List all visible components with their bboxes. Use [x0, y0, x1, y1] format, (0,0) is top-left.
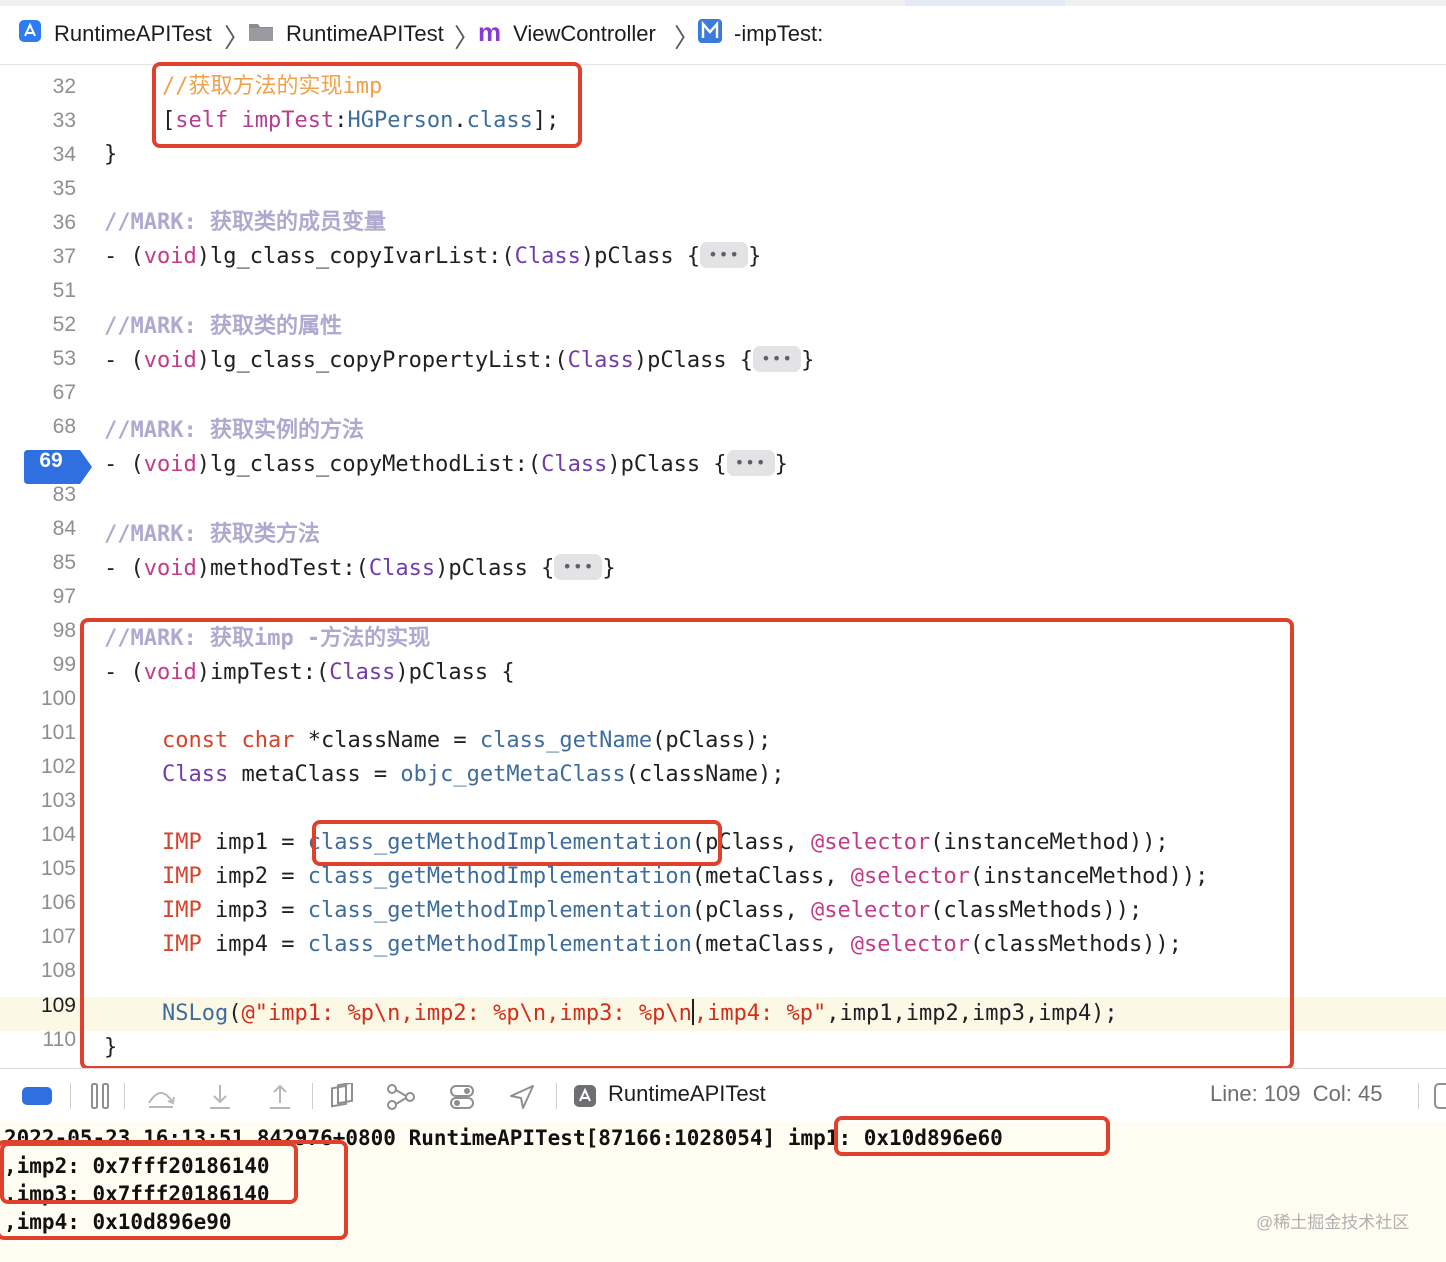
breadcrumb-file[interactable]: m ViewController	[478, 16, 656, 49]
tab-strip	[0, 0, 1446, 6]
line-col-indicator: Line: 109 Col: 45	[1210, 1081, 1383, 1106]
line-number[interactable]: 103	[0, 784, 76, 818]
layout-toggle-icon[interactable]	[1434, 1083, 1446, 1109]
app-project-icon	[18, 19, 42, 49]
source-editor[interactable]: 32 33 34 35 36 37 51 52 53 67 68 69 83 84 85 97 98 99 100 1…	[0, 62, 1446, 1070]
code-line-37: - (void)lg_class_copyIvarList:(Class)pCl…	[104, 242, 762, 269]
line-number[interactable]: 34	[0, 138, 76, 172]
line-number[interactable]: 53	[0, 342, 76, 376]
m-file-icon: m	[478, 16, 502, 47]
jump-bar: RuntimeAPITest 〉 RuntimeAPITest 〉 m View…	[0, 0, 1446, 65]
line-number[interactable]: 85	[0, 546, 76, 580]
code-line-109: NSLog(@"imp1: %p\n,imp2: %p\n,imp3: %p\n…	[162, 999, 1118, 1026]
breadcrumb-folder[interactable]: RuntimeAPITest	[248, 19, 444, 49]
line-number[interactable]: 32	[0, 70, 76, 104]
code-line-99: - (void)impTest:(Class)pClass {	[104, 660, 515, 685]
code-line-52: //MARK: 获取类的属性	[104, 314, 342, 339]
fold-placeholder[interactable]: •••	[753, 346, 802, 372]
folder-icon	[248, 20, 274, 48]
pause-icon[interactable]	[90, 1083, 110, 1109]
console-line: 2022-05-23 16:13:51.842976+0800 RuntimeA…	[4, 1126, 1003, 1150]
code-line-34: }	[104, 142, 118, 167]
line-number[interactable]: 35	[0, 172, 76, 206]
debug-bar: RuntimeAPITest Line: 109 Col: 45	[0, 1068, 1446, 1123]
code-line-110: }	[104, 1035, 118, 1060]
line-number[interactable]: 97	[0, 580, 76, 614]
line-number[interactable]: 100	[0, 682, 76, 716]
line-number[interactable]: 84	[0, 512, 76, 546]
line-number[interactable]: 83	[0, 478, 76, 512]
line-number[interactable]: 104	[0, 818, 76, 852]
target-app-icon	[574, 1085, 596, 1107]
code-line-33: [self impTest:HGPerson.class];	[162, 108, 560, 133]
fold-placeholder[interactable]: •••	[554, 554, 603, 580]
code-line-101: const char *className = class_getName(pC…	[162, 728, 772, 753]
breadcrumb-label: RuntimeAPITest	[286, 21, 444, 46]
code-line-105: IMP imp2 = class_getMethodImplementation…	[162, 864, 1209, 889]
breadcrumb-project[interactable]: RuntimeAPITest	[18, 19, 212, 49]
code-line-32: //获取方法的实现imp	[162, 74, 383, 99]
watermark: @稀土掘金技术社区	[1256, 1213, 1410, 1232]
line-number[interactable]: 98	[0, 614, 76, 648]
target-label[interactable]: RuntimeAPITest	[608, 1081, 766, 1107]
line-number[interactable]: 36	[0, 206, 76, 240]
line-number[interactable]: 106	[0, 886, 76, 920]
step-over-icon[interactable]	[146, 1083, 176, 1109]
chevron-right-icon: 〉	[674, 23, 701, 53]
code-line-106: IMP imp3 = class_getMethodImplementation…	[162, 898, 1143, 923]
console-line: ,imp2: 0x7fff20186140	[4, 1154, 270, 1178]
tab-strip-active	[905, 0, 1065, 6]
code-line-107: IMP imp4 = class_getMethodImplementation…	[162, 932, 1182, 957]
line-number[interactable]: 105	[0, 852, 76, 886]
chevron-right-icon: 〉	[454, 23, 481, 53]
line-number[interactable]: 52	[0, 308, 76, 342]
line-number[interactable]: 99	[0, 648, 76, 682]
code-line-84: //MARK: 获取类方法	[104, 522, 320, 547]
code-line-102: Class metaClass = objc_getMetaClass(clas…	[162, 762, 785, 787]
environment-overrides-icon[interactable]	[448, 1083, 476, 1111]
divider	[556, 1083, 557, 1109]
code-line-68: //MARK: 获取实例的方法	[104, 418, 364, 443]
toggle-console-icon[interactable]	[22, 1087, 52, 1105]
breadcrumb-method[interactable]: -impTest:	[698, 19, 823, 49]
line-number[interactable]: 51	[0, 274, 76, 308]
code-line-85: - (void)methodTest:(Class)pClass {•••}	[104, 554, 616, 581]
code-line-53: - (void)lg_class_copyPropertyList:(Class…	[104, 346, 815, 373]
line-number[interactable]: 107	[0, 920, 76, 954]
code-line-69: - (void)lg_class_copyMethodList:(Class)p…	[104, 450, 788, 477]
chevron-right-icon: 〉	[224, 23, 251, 53]
memory-graph-icon[interactable]	[386, 1083, 416, 1111]
line-number[interactable]: 68	[0, 410, 76, 444]
fold-placeholder[interactable]: •••	[726, 450, 775, 476]
divider	[312, 1083, 313, 1109]
code-line-104: IMP imp1 = class_getMethodImplementation…	[162, 830, 1169, 855]
divider	[1418, 1083, 1419, 1109]
console-output[interactable]: 2022-05-23 16:13:51.842976+0800 RuntimeA…	[0, 1116, 1446, 1262]
fold-placeholder[interactable]: •••	[700, 242, 749, 268]
line-number[interactable]: 108	[0, 954, 76, 988]
console-line: ,imp4: 0x10d896e90	[4, 1210, 232, 1234]
console-line: ,imp3: 0x7fff20186140	[4, 1182, 270, 1206]
line-number[interactable]: 33	[0, 104, 76, 138]
line-number[interactable]: 102	[0, 750, 76, 784]
line-number[interactable]: 37	[0, 240, 76, 274]
line-number[interactable]: 69	[24, 444, 78, 478]
step-out-icon[interactable]	[268, 1083, 292, 1111]
breadcrumb-label: ViewController	[513, 21, 656, 46]
line-number[interactable]: 110	[0, 1023, 76, 1057]
method-icon	[698, 19, 722, 49]
divider	[70, 1083, 71, 1109]
code-line-98: //MARK: 获取imp -方法的实现	[104, 626, 431, 651]
code-line-36: //MARK: 获取类的成员变量	[104, 210, 386, 235]
line-number[interactable]: 67	[0, 376, 76, 410]
line-number[interactable]: 109	[0, 989, 76, 1023]
step-into-icon[interactable]	[208, 1083, 232, 1111]
divider	[124, 1083, 125, 1109]
breadcrumb-label: RuntimeAPITest	[54, 21, 212, 46]
view-hierarchy-icon[interactable]	[328, 1083, 356, 1111]
line-number[interactable]: 101	[0, 716, 76, 750]
breadcrumb-label: -impTest:	[734, 21, 824, 46]
simulate-location-icon[interactable]	[508, 1083, 536, 1111]
